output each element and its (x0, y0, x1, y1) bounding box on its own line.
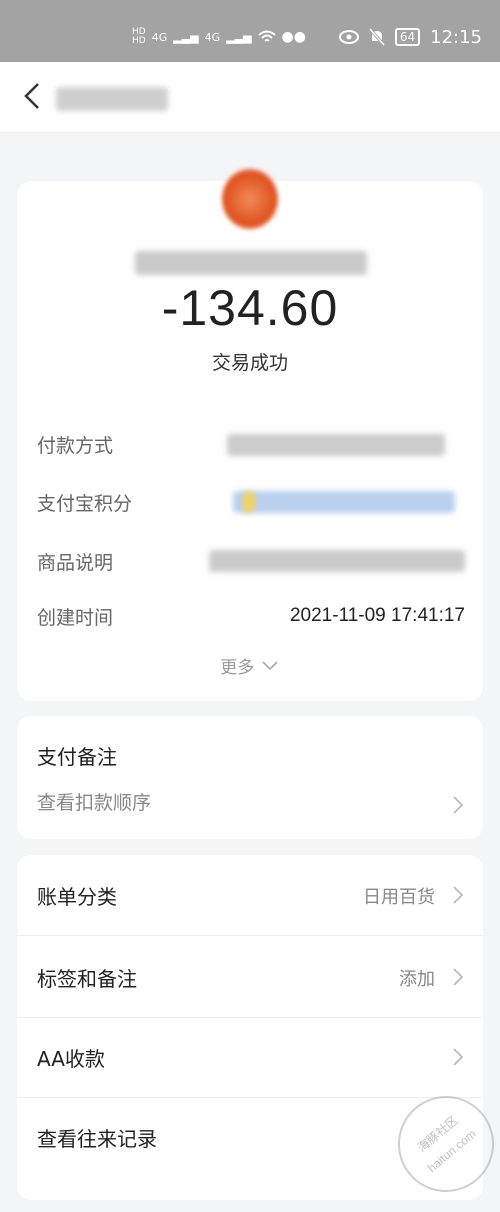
tags-notes-label: 标签和备注 (37, 967, 137, 991)
bill-category-value: 日用百货 (363, 887, 435, 908)
battery-icon: 64 (394, 28, 421, 46)
wechat-icon: ●● (281, 29, 306, 45)
status-right: 64 12:15 (338, 22, 482, 52)
page-title-blurred (56, 87, 168, 111)
transaction-card: -134.60 交易成功 付款方式 支付宝积分 商品说明 创建时间 2021-1… (17, 169, 483, 701)
detail-label: 商品说明 (37, 551, 114, 574)
tags-notes-value: 添加 (399, 969, 435, 990)
aa-collect-row[interactable]: AA收款 (17, 1017, 483, 1098)
chevron-right-icon (453, 796, 464, 814)
deduction-order-link[interactable]: 查看扣款顺序 (37, 788, 151, 815)
created-time-value: 2021-11-09 17:41:17 (289, 605, 465, 626)
signal-icon: ▂▃▅ (173, 30, 199, 44)
more-label: 更多 (220, 658, 255, 678)
detail-row-created-time: 创建时间 2021-11-09 17:41:17 (37, 599, 465, 633)
clock: 12:15 (430, 26, 482, 48)
mute-bell-icon (368, 28, 385, 46)
points-value-blurred (233, 491, 455, 513)
detail-label: 支付宝积分 (37, 492, 133, 515)
payment-note-card[interactable]: 支付备注 查看扣款顺序 (17, 716, 483, 839)
history-records-label: 查看往来记录 (37, 1127, 157, 1151)
payment-note-title: 支付备注 (37, 745, 117, 769)
navigation-bar (0, 62, 500, 133)
aa-collect-label: AA收款 (37, 1047, 105, 1071)
points-icon (243, 492, 255, 512)
network-indicators: HD HD 4G ▂▃▅ 4G ▂▃▅ ●● (132, 22, 306, 52)
chevron-down-icon (262, 660, 278, 670)
eye-icon (338, 30, 359, 44)
bill-category-label: 账单分类 (37, 885, 117, 909)
signal-icon-2: ▂▃▅ (226, 30, 252, 44)
transaction-status: 交易成功 (211, 352, 288, 374)
status-bar: HD HD 4G ▂▃▅ 4G ▂▃▅ ●● 64 12:15 (0, 0, 500, 62)
wifi-icon (257, 30, 276, 42)
payment-method-blurred (227, 434, 445, 456)
chevron-right-icon (453, 886, 464, 904)
transaction-amount: -134.60 (161, 280, 339, 336)
chevron-right-icon (453, 1048, 464, 1066)
tags-notes-row[interactable]: 标签和备注 添加 (17, 937, 483, 1018)
bill-category-row[interactable]: 账单分类 日用百货 (17, 855, 483, 936)
detail-label: 创建时间 (37, 606, 114, 629)
back-button[interactable] (20, 76, 52, 116)
merchant-name-blurred (135, 251, 367, 275)
merchant-avatar (222, 169, 278, 229)
product-description-blurred (209, 550, 465, 572)
back-arrow-icon (24, 83, 39, 109)
network-1-label: 4G (151, 30, 168, 44)
detail-label: 付款方式 (37, 434, 114, 457)
network-2-label: 4G (204, 30, 221, 44)
chevron-right-icon (453, 968, 464, 986)
hd-icon: HD HD (132, 27, 146, 46)
more-button[interactable]: 更多 (17, 653, 483, 678)
